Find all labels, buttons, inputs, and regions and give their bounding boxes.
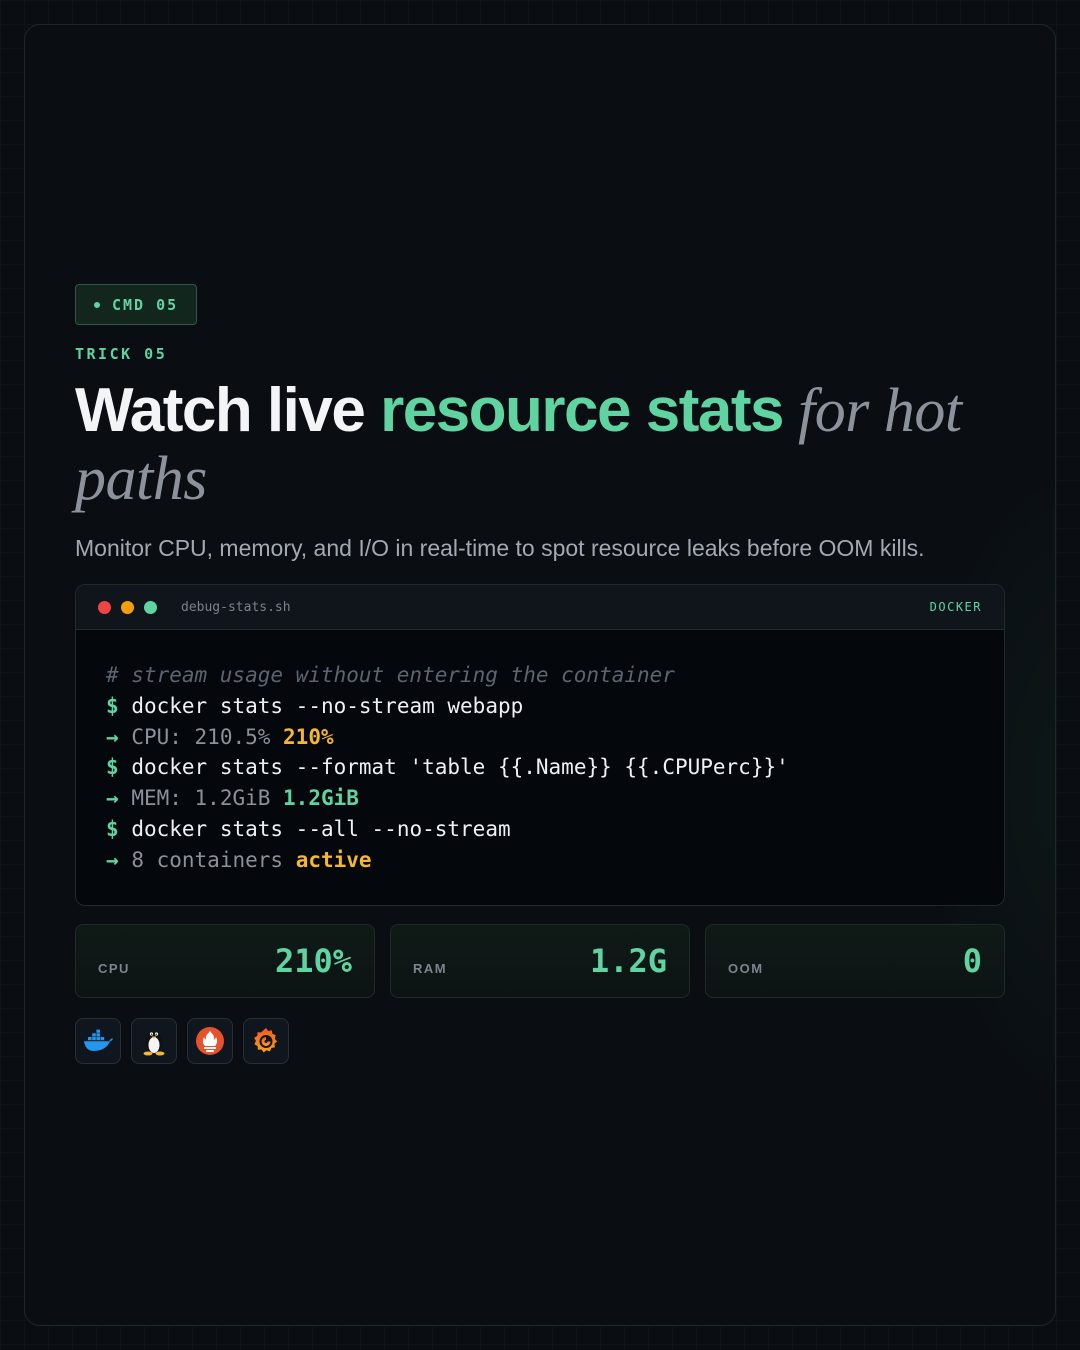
terminal-window: debug-stats.sh DOCKER # stream usage wit… bbox=[75, 584, 1005, 906]
stat-card-ram: RAM 1.2G bbox=[390, 924, 690, 998]
subtitle: Monitor CPU, memory, and I/O in real-tim… bbox=[75, 535, 925, 561]
maximize-dot-icon bbox=[144, 600, 157, 614]
stat-value: 0 bbox=[962, 942, 982, 980]
terminal-header: debug-stats.sh DOCKER bbox=[76, 585, 1004, 630]
output-text: CPU: 210.5% bbox=[131, 724, 284, 749]
stat-label: CPU bbox=[98, 960, 130, 976]
badge-label: CMD 05 bbox=[112, 295, 179, 314]
terminal-filename: debug-stats.sh bbox=[181, 599, 291, 615]
output-highlight: 1.2GiB bbox=[283, 786, 359, 811]
stat-label: RAM bbox=[413, 960, 448, 976]
tech-icons-row bbox=[75, 1018, 1005, 1064]
cmd-badge: CMD 05 bbox=[75, 284, 198, 325]
stat-value: 210% bbox=[274, 942, 352, 980]
prompt-symbol: $ bbox=[106, 693, 119, 718]
code-line-cmd2: $ docker stats --format 'table {{.Name}}… bbox=[106, 752, 974, 783]
grafana-icon bbox=[243, 1018, 289, 1064]
minimize-dot-icon bbox=[121, 600, 134, 614]
window-controls bbox=[98, 600, 157, 614]
code-line-out2: → MEM: 1.2GiB 1.2GiB bbox=[106, 783, 974, 814]
output-arrow-icon: → bbox=[106, 847, 119, 872]
terminal-body[interactable]: # stream usage without entering the cont… bbox=[76, 630, 1004, 876]
prompt-symbol: $ bbox=[106, 755, 119, 780]
output-highlight: 210% bbox=[283, 724, 334, 749]
linux-tux-icon bbox=[131, 1018, 177, 1064]
title-accent: resource stats bbox=[380, 376, 784, 445]
prompt-symbol: $ bbox=[106, 816, 119, 841]
output-arrow-icon: → bbox=[106, 724, 119, 749]
output-text: 8 containers bbox=[131, 847, 296, 872]
code-line-cmd3: $ docker stats --all --no-stream bbox=[106, 814, 974, 845]
stat-value: 1.2G bbox=[589, 942, 667, 980]
command-text: docker stats --all --no-stream bbox=[131, 816, 511, 841]
code-line-cmd1: $ docker stats --no-stream webapp bbox=[106, 691, 974, 722]
command-text: docker stats --format 'table {{.Name}} {… bbox=[131, 755, 789, 780]
code-line-out3: → 8 containers active bbox=[106, 845, 974, 876]
main-content: CMD 05 TRICK 05 Watch live resource stat… bbox=[75, 284, 1005, 1064]
output-arrow-icon: → bbox=[106, 786, 119, 811]
stat-card-cpu: CPU 210% bbox=[75, 924, 375, 998]
trick-label: TRICK 05 bbox=[75, 345, 168, 363]
title-main: Watch live bbox=[75, 376, 381, 445]
code-line-out1: → CPU: 210.5% 210% bbox=[106, 722, 974, 753]
command-text: docker stats --no-stream webapp bbox=[131, 693, 524, 718]
stat-label: OOM bbox=[728, 960, 764, 976]
code-comment: # stream usage without entering the cont… bbox=[106, 663, 675, 687]
docker-icon bbox=[75, 1018, 121, 1064]
page-title: Watch live resource stats for hot paths bbox=[75, 376, 1005, 514]
close-dot-icon bbox=[98, 600, 111, 614]
stat-card-oom: OOM 0 bbox=[705, 924, 1005, 998]
terminal-tag: DOCKER bbox=[929, 600, 982, 614]
status-dot-icon bbox=[94, 301, 100, 308]
output-text: MEM: 1.2GiB bbox=[131, 786, 284, 811]
output-highlight: active bbox=[295, 847, 372, 872]
prometheus-icon bbox=[187, 1018, 233, 1064]
stats-row: CPU 210% RAM 1.2G OOM 0 bbox=[75, 924, 1005, 998]
